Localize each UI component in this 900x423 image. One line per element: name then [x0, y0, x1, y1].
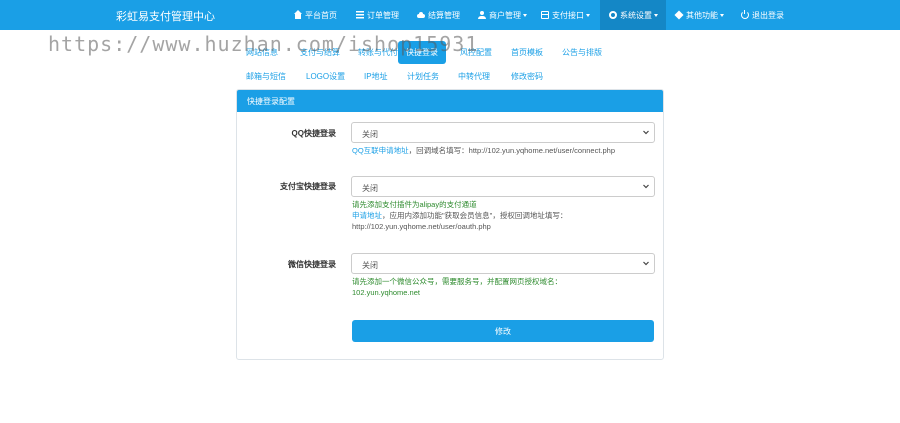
tab-email-sms[interactable]: 邮箱与短信 — [246, 71, 286, 82]
tab-change-password[interactable]: 修改密码 — [511, 71, 543, 82]
tab-transfer-payout[interactable]: 转账与代付 — [358, 47, 398, 58]
alipay-login-hint: 请先添加支付插件为alipay的支付通道 — [352, 200, 477, 209]
nav-item-settlement[interactable]: 结算管理 — [417, 0, 460, 30]
brand-title[interactable]: 彩虹易支付管理中心 — [116, 8, 215, 24]
tab-ip-address[interactable]: IP地址 — [364, 71, 388, 82]
user-icon — [478, 11, 486, 19]
alipay-login-help: 申请地址，应用内添加功能"获取会员信息"，授权回调地址填写： — [352, 210, 567, 221]
tab-relay-proxy[interactable]: 中转代理 — [458, 71, 490, 82]
nav-item-other-functions[interactable]: 其他功能 — [674, 0, 724, 30]
top-navbar: 彩虹易支付管理中心 平台首页 订单管理 结算管理 商户管理 支付接口 系统设置 … — [0, 0, 900, 30]
alipay-login-label: 支付宝快捷登录 — [280, 182, 336, 191]
nav-item-payment-api[interactable]: 支付接口 — [541, 0, 590, 30]
wechat-login-hint: 请先添加一个微信公众号，需要服务号，并配置网页授权域名： — [352, 277, 562, 286]
list-icon — [356, 11, 364, 19]
wechat-login-select[interactable]: 关闭 — [351, 253, 655, 274]
caret-down-icon — [586, 13, 590, 17]
power-icon — [741, 10, 749, 19]
tab-site-info[interactable]: 网站信息 — [246, 47, 278, 58]
nav-label: 订单管理 — [367, 10, 399, 20]
nav-item-system-settings[interactable]: 系统设置 — [600, 0, 666, 30]
alipay-login-select[interactable]: 关闭 — [351, 176, 655, 197]
nav-label: 退出登录 — [752, 10, 784, 20]
card-icon — [541, 11, 549, 19]
nav-item-dashboard[interactable]: 平台首页 — [294, 0, 337, 30]
nav-label: 商户管理 — [489, 10, 521, 20]
tab-notice-layout[interactable]: 公告与排版 — [562, 47, 602, 58]
chevron-down-icon — [643, 261, 649, 266]
nav-item-merchants[interactable]: 商户管理 — [478, 0, 527, 30]
nav-label: 系统设置 — [620, 10, 652, 20]
qq-login-select[interactable]: 关闭 — [351, 122, 655, 143]
nav-label: 平台首页 — [305, 10, 337, 20]
cloud-icon — [417, 11, 425, 19]
nav-label: 支付接口 — [552, 10, 584, 20]
caret-down-icon — [720, 13, 724, 17]
panel-header: 快捷登录配置 — [237, 90, 663, 112]
wechat-login-label: 微信快捷登录 — [288, 260, 336, 269]
caret-down-icon — [654, 13, 658, 17]
chevron-down-icon — [643, 184, 649, 189]
nav-item-orders[interactable]: 订单管理 — [356, 0, 399, 30]
panel-title: 快捷登录配置 — [247, 97, 295, 106]
select-value: 关闭 — [362, 261, 378, 270]
gear-icon — [609, 11, 617, 19]
alipay-callback-text: ，应用内添加功能"获取会员信息"，授权回调地址填写： — [382, 211, 568, 220]
select-value: 关闭 — [362, 184, 378, 193]
tab-scheduled-tasks[interactable]: 计划任务 — [407, 71, 439, 82]
nav-item-logout[interactable]: 退出登录 — [741, 0, 784, 30]
nav-label: 结算管理 — [428, 10, 460, 20]
qq-login-help: QQ互联申请地址，回调域名填写：http://102.yun.yqhome.ne… — [352, 145, 615, 156]
select-value: 关闭 — [362, 130, 378, 139]
alipay-apply-link[interactable]: 申请地址 — [352, 211, 382, 220]
alipay-callback-url: http://102.yun.yqhome.net/user/oauth.php — [352, 222, 491, 231]
qq-connect-link[interactable]: QQ互联申请地址 — [352, 146, 409, 155]
tab-payment-settlement[interactable]: 支付与结算 — [300, 47, 340, 58]
tab-risk-control[interactable]: 风控配置 — [460, 47, 492, 58]
qq-callback-text: ，回调域名填写：http://102.yun.yqhome.net/user/c… — [408, 146, 616, 155]
chevron-down-icon — [643, 130, 649, 135]
tab-quick-login[interactable]: 快捷登录 — [398, 41, 446, 64]
nav-label: 其他功能 — [686, 10, 718, 20]
qq-login-label: QQ快捷登录 — [291, 129, 336, 138]
tab-home-template[interactable]: 首页模板 — [511, 47, 543, 58]
cube-icon — [674, 10, 684, 20]
save-button[interactable]: 修改 — [352, 320, 654, 342]
tab-logo-settings[interactable]: LOGO设置 — [306, 71, 345, 82]
home-icon — [294, 10, 302, 19]
wechat-auth-domain: 102.yun.yqhome.net — [352, 288, 420, 297]
caret-down-icon — [523, 13, 527, 17]
